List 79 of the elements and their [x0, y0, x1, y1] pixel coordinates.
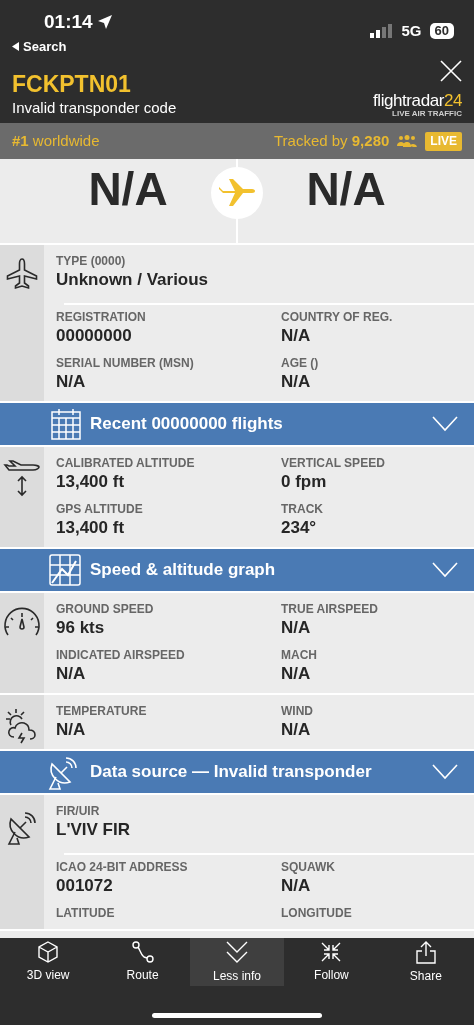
field-value: L'VIV FIR [56, 819, 131, 841]
field-label: LATITUDE [56, 905, 116, 921]
location-arrow-icon [96, 14, 113, 31]
nav-tab[interactable]: Follow [284, 938, 379, 986]
share-icon [414, 939, 437, 964]
airplane-icon [217, 178, 257, 208]
signal-icon [369, 24, 394, 39]
nav-tab[interactable]: Route [95, 938, 190, 986]
subtitle: Invalid transponder code [12, 98, 177, 118]
logo-tagline: LIVE AIR TRAFFIC [392, 109, 462, 118]
field-label: TEMPERATURE [56, 703, 148, 719]
field-value: N/A [281, 875, 312, 897]
field-label: COUNTRY OF REG. [281, 309, 394, 325]
nav-tab[interactable]: 3D view [1, 938, 96, 986]
field-label: FIR/UIR [56, 803, 101, 819]
live-badge: LIVE [425, 131, 462, 151]
field-label: WIND [281, 703, 314, 719]
field-label: ICAO 24-BIT ADDRESS [56, 859, 189, 875]
section-title: Recent 00000000 flights [90, 413, 284, 436]
nav-tab[interactable]: Less info [189, 938, 285, 986]
nav-tab[interactable]: Share [378, 938, 474, 986]
field-value: 001072 [56, 875, 114, 897]
field-label: AGE () [281, 355, 320, 371]
field-value: 234° [281, 517, 318, 539]
section-header[interactable]: Data source — Invalid transponder [0, 751, 474, 795]
clock-time: 01:14 [44, 10, 93, 34]
cube-icon [37, 940, 60, 963]
network-label: 5G [401, 21, 422, 41]
section-title: Data source — Invalid transponder [90, 761, 373, 784]
field-value: N/A [281, 663, 312, 685]
back-link[interactable]: Search [12, 36, 113, 56]
field-value: Unknown / Various [56, 269, 210, 291]
field-label: CALIBRATED ALTITUDE [56, 455, 196, 471]
graph-icon [48, 553, 82, 587]
field-label: MACH [281, 647, 318, 663]
rank-text: #1 worldwide [12, 130, 100, 151]
people-icon [397, 135, 418, 147]
field-value: N/A [56, 719, 87, 741]
field-value: N/A [56, 663, 87, 685]
section-header[interactable]: Recent 00000000 flights [0, 403, 474, 447]
field-label: LONGITUDE [281, 905, 353, 921]
origin-code: N/A [87, 163, 168, 217]
chevron-down-icon[interactable] [432, 764, 458, 780]
field-label: SQUAWK [281, 859, 336, 875]
section-header[interactable]: Speed & altitude graph [0, 549, 474, 593]
field-label: TRACK [281, 501, 324, 517]
field-value: N/A [281, 325, 312, 347]
field-value: 13,400 ft [56, 471, 126, 493]
field-label: GPS ALTITUDE [56, 501, 144, 517]
chevron-down-icon[interactable] [432, 416, 458, 432]
tracked-count: Tracked by 9,280 [273, 130, 390, 151]
field-label: VERTICAL SPEED [281, 455, 386, 471]
double-chevron-down-icon [225, 939, 249, 964]
destination-code: N/A [306, 163, 387, 217]
field-value: 0 fpm [281, 471, 328, 493]
route-icon [131, 940, 154, 963]
field-value: N/A [281, 617, 312, 639]
calendar-icon [50, 407, 82, 441]
close-icon[interactable] [440, 60, 462, 82]
field-label: TRUE AIRSPEED [281, 601, 379, 617]
field-value: 13,400 ft [56, 517, 126, 539]
field-value: 96 kts [56, 617, 106, 639]
field-label: REGISTRATION [56, 309, 147, 325]
field-label: TYPE (0000) [56, 253, 127, 269]
back-triangle-icon [12, 41, 19, 51]
battery-indicator: 60 [429, 23, 454, 40]
brand-logo: flightradar24 [373, 92, 462, 109]
field-value: N/A [56, 371, 87, 393]
callsign-title: FCKPTN01 [12, 70, 132, 98]
field-value: 00000000 [56, 325, 133, 347]
speedometer-icon [2, 605, 42, 637]
field-label: SERIAL NUMBER (MSN) [56, 355, 195, 371]
field-value: N/A [281, 371, 312, 393]
field-label: GROUND SPEED [56, 601, 155, 617]
field-label: INDICATED AIRSPEED [56, 647, 186, 663]
section-title: Speed & altitude graph [90, 559, 277, 582]
field-value: N/A [281, 719, 312, 741]
chevron-down-icon[interactable] [432, 562, 458, 578]
arrows-inward-icon [320, 940, 343, 963]
